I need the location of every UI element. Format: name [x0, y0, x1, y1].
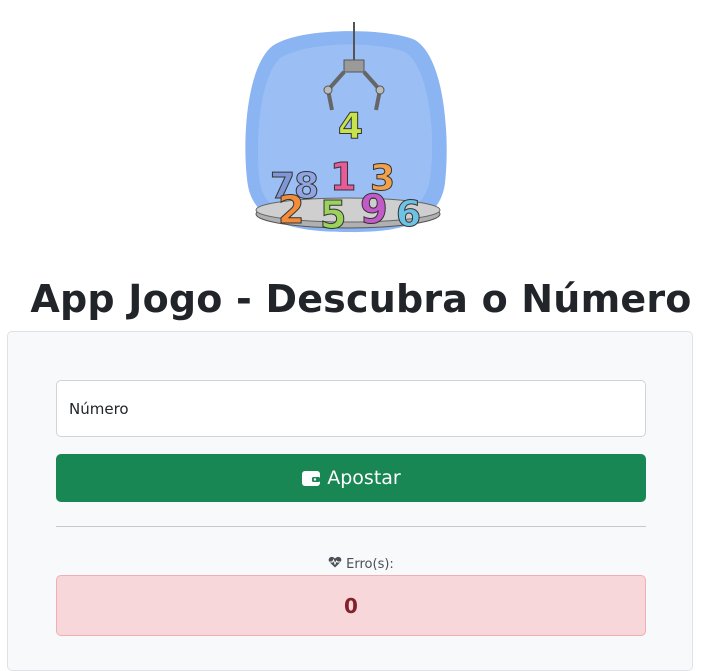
- hero-digit: 5: [320, 193, 346, 237]
- wallet-icon: [301, 469, 321, 487]
- hero-digit: 9: [360, 187, 388, 233]
- errors-label-row: Erro(s):: [0, 556, 722, 572]
- hero-digit: 2: [278, 188, 304, 232]
- hero-digit: 4: [338, 106, 363, 147]
- hero-digit: 6: [396, 194, 421, 235]
- claw-machine-illustration: 4 7 8 1 3 2 5 9 6: [245, 22, 447, 238]
- bet-button[interactable]: Apostar: [56, 454, 646, 502]
- heart-pulse-icon: [328, 556, 342, 572]
- divider: [56, 526, 646, 527]
- errors-count-box: 0: [56, 575, 646, 636]
- page-title: App Jogo - Descubra o Número: [30, 277, 692, 321]
- number-input[interactable]: [56, 380, 646, 437]
- errors-label: Erro(s):: [346, 556, 394, 572]
- errors-count: 0: [344, 593, 358, 618]
- bet-button-label: Apostar: [327, 467, 401, 489]
